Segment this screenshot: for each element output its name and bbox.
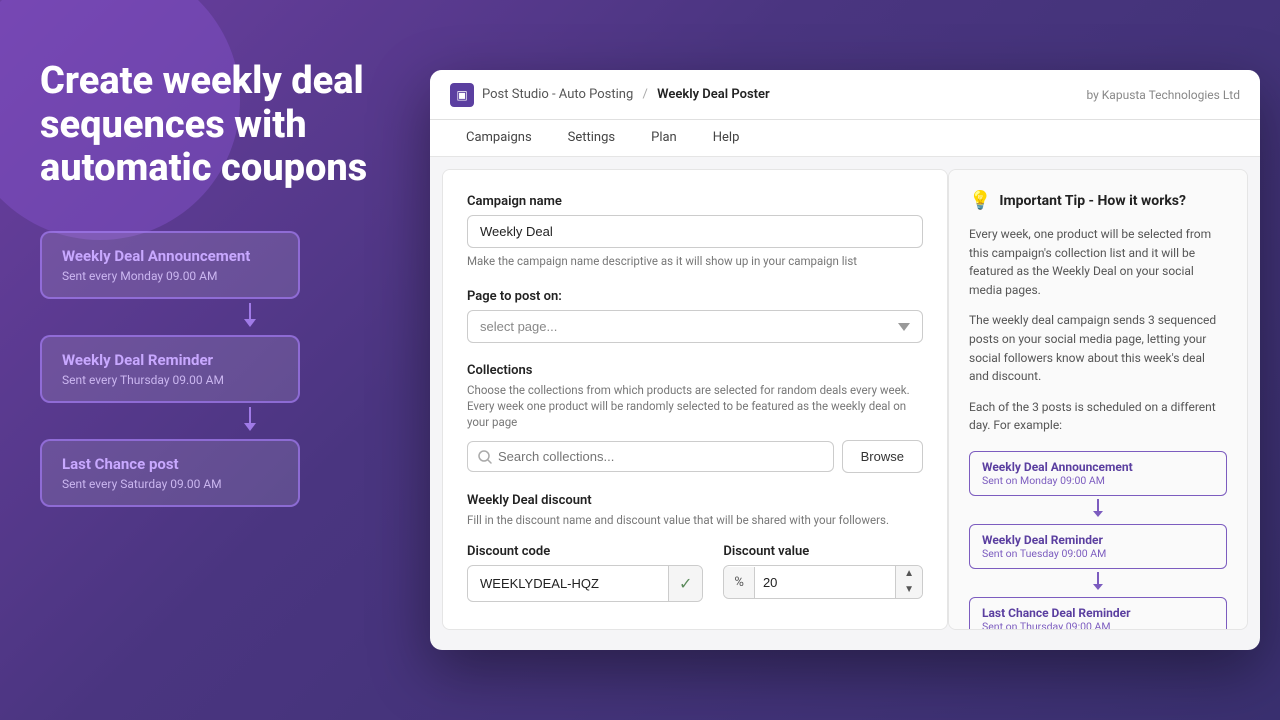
diagram-item-2: Weekly Deal Reminder Sent on Tuesday 09:… bbox=[969, 524, 1227, 569]
percent-label: % bbox=[724, 567, 755, 598]
app-icon-symbol: ▣ bbox=[456, 88, 467, 102]
diagram: Weekly Deal Announcement Sent on Monday … bbox=[969, 451, 1227, 630]
discount-label: Weekly Deal discount bbox=[467, 493, 923, 508]
sequence-item-1-sub: Sent every Monday 09.00 AM bbox=[62, 269, 278, 283]
sequence-list: Weekly Deal Announcement Sent every Mond… bbox=[40, 231, 400, 507]
diagram-item-2-sub: Sent on Tuesday 09:00 AM bbox=[982, 547, 1214, 560]
app-content: Campaign name Make the campaign name des… bbox=[430, 157, 1260, 642]
arrow-1 bbox=[100, 303, 400, 331]
discount-code-label: Discount code bbox=[467, 544, 703, 559]
discount-value-wrap: % ▲ ▼ bbox=[723, 565, 923, 599]
stepper-down-button[interactable]: ▼ bbox=[896, 582, 922, 598]
discount-row: Discount code ✓ Discount value % ▲ bbox=[467, 544, 923, 602]
nav-tabs: Campaigns Settings Plan Help bbox=[430, 120, 1260, 157]
diagram-item-2-title: Weekly Deal Reminder bbox=[982, 533, 1214, 547]
search-collections-input[interactable] bbox=[498, 449, 823, 464]
discount-check-icon: ✓ bbox=[668, 566, 702, 601]
discount-value-col: Discount value % ▲ ▼ bbox=[723, 544, 923, 602]
campaign-name-hint: Make the campaign name descriptive as it… bbox=[467, 253, 923, 269]
diagram-item-3-title: Last Chance Deal Reminder bbox=[982, 606, 1214, 620]
collections-group: Collections Choose the collections from … bbox=[467, 363, 923, 473]
sequence-item-2: Weekly Deal Reminder Sent every Thursday… bbox=[40, 335, 300, 403]
page-select[interactable]: select page... bbox=[467, 310, 923, 343]
info-panel: 💡 Important Tip - How it works? Every we… bbox=[948, 169, 1248, 630]
tip-title: Important Tip - How it works? bbox=[999, 193, 1186, 209]
diagram-item-1-title: Weekly Deal Announcement bbox=[982, 460, 1214, 474]
sequence-item-1-title: Weekly Deal Announcement bbox=[62, 247, 278, 265]
sequence-item-3: Last Chance post Sent every Saturday 09.… bbox=[40, 439, 300, 507]
tab-campaigns[interactable]: Campaigns bbox=[450, 120, 548, 157]
breadcrumb-app-name: Post Studio - Auto Posting bbox=[482, 87, 633, 102]
discount-value-label: Discount value bbox=[723, 544, 923, 559]
page-select-label: Page to post on: bbox=[467, 289, 923, 304]
campaign-name-input[interactable] bbox=[467, 215, 923, 248]
tab-plan[interactable]: Plan bbox=[635, 120, 693, 157]
diagram-item-1-sub: Sent on Monday 09:00 AM bbox=[982, 474, 1214, 487]
app-panel: ▣ Post Studio - Auto Posting / Weekly De… bbox=[430, 70, 1260, 650]
left-panel: Create weekly deal sequences with automa… bbox=[40, 60, 400, 507]
tip-paragraph-1: Every week, one product will be selected… bbox=[969, 225, 1227, 299]
breadcrumb: Post Studio - Auto Posting / Weekly Deal… bbox=[482, 87, 770, 102]
diagram-item-1: Weekly Deal Announcement Sent on Monday … bbox=[969, 451, 1227, 496]
discount-group: Weekly Deal discount Fill in the discoun… bbox=[467, 493, 923, 602]
search-icon bbox=[478, 450, 492, 464]
tab-settings[interactable]: Settings bbox=[552, 120, 631, 157]
form-panel: Campaign name Make the campaign name des… bbox=[442, 169, 948, 630]
sequence-item-2-sub: Sent every Thursday 09.00 AM bbox=[62, 373, 278, 387]
header-left: ▣ Post Studio - Auto Posting / Weekly De… bbox=[450, 83, 770, 107]
tip-paragraph-3: Each of the 3 posts is scheduled on a di… bbox=[969, 398, 1227, 435]
discount-code-input[interactable] bbox=[468, 568, 668, 599]
breadcrumb-page-title: Weekly Deal Poster bbox=[657, 87, 770, 102]
diagram-arrow-1 bbox=[969, 499, 1227, 521]
stepper-up-button[interactable]: ▲ bbox=[896, 566, 922, 582]
collections-desc: Choose the collections from which produc… bbox=[467, 382, 923, 430]
diagram-arrow-2 bbox=[969, 572, 1227, 594]
header-brand: by Kapusta Technologies Ltd bbox=[1086, 88, 1240, 102]
tip-paragraph-2: The weekly deal campaign sends 3 sequenc… bbox=[969, 311, 1227, 385]
sequence-item-2-title: Weekly Deal Reminder bbox=[62, 351, 278, 369]
diagram-item-3: Last Chance Deal Reminder Sent on Thursd… bbox=[969, 597, 1227, 630]
arrow-2 bbox=[100, 407, 400, 435]
app-icon: ▣ bbox=[450, 83, 474, 107]
sequence-item-3-sub: Sent every Saturday 09.00 AM bbox=[62, 477, 278, 491]
sequence-item-1: Weekly Deal Announcement Sent every Mond… bbox=[40, 231, 300, 299]
discount-code-col: Discount code ✓ bbox=[467, 544, 703, 602]
campaign-name-group: Campaign name Make the campaign name des… bbox=[467, 194, 923, 269]
main-heading: Create weekly deal sequences with automa… bbox=[40, 60, 400, 191]
tab-help[interactable]: Help bbox=[697, 120, 756, 157]
discount-code-wrap: ✓ bbox=[467, 565, 703, 602]
diagram-item-3-sub: Sent on Thursday 09:00 AM bbox=[982, 620, 1214, 630]
page-select-group: Page to post on: select page... bbox=[467, 289, 923, 343]
breadcrumb-separator: / bbox=[643, 87, 648, 102]
sequence-item-3-title: Last Chance post bbox=[62, 455, 278, 473]
tip-icon: 💡 bbox=[969, 190, 991, 211]
search-bar: Browse bbox=[467, 440, 923, 473]
discount-desc: Fill in the discount name and discount v… bbox=[467, 512, 923, 528]
browse-button[interactable]: Browse bbox=[842, 440, 923, 473]
search-input-wrap bbox=[467, 441, 834, 472]
discount-number-input[interactable] bbox=[755, 567, 895, 598]
tip-header: 💡 Important Tip - How it works? bbox=[969, 190, 1227, 211]
collections-label: Collections bbox=[467, 363, 923, 378]
app-header: ▣ Post Studio - Auto Posting / Weekly De… bbox=[430, 70, 1260, 120]
discount-stepper: ▲ ▼ bbox=[895, 566, 922, 598]
campaign-name-label: Campaign name bbox=[467, 194, 923, 209]
